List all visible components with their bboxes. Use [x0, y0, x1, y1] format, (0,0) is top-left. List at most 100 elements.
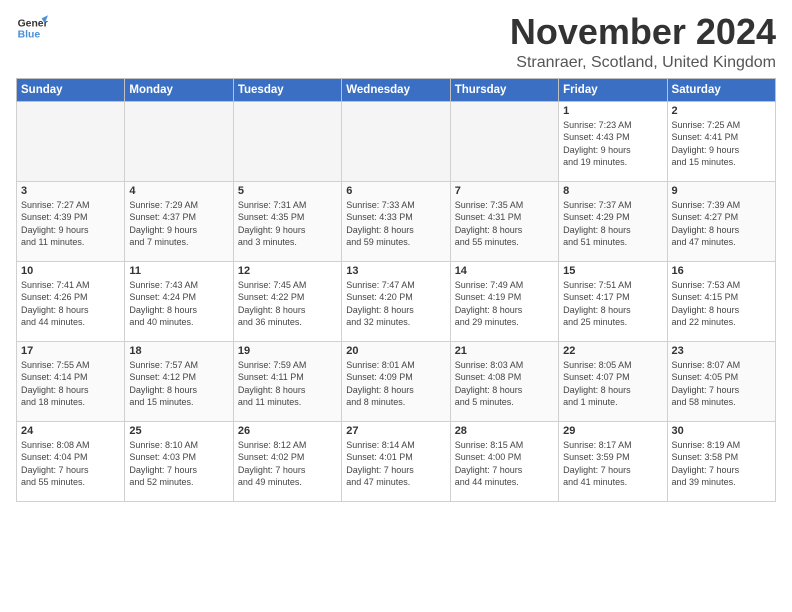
calendar-cell: 8 Sunrise: 7:37 AM Sunset: 4:29 PM Daylig…	[559, 181, 667, 261]
day-info: Sunrise: 7:47 AM Sunset: 4:20 PM Dayligh…	[346, 279, 445, 329]
day-number: 1	[563, 105, 662, 117]
calendar-cell	[17, 101, 125, 181]
subtitle: Stranraer, Scotland, United Kingdom	[510, 54, 776, 72]
day-number: 10	[21, 265, 120, 277]
day-info: Sunrise: 8:12 AM Sunset: 4:02 PM Dayligh…	[238, 439, 337, 489]
day-number: 27	[346, 425, 445, 437]
day-number: 13	[346, 265, 445, 277]
calendar-cell: 9 Sunrise: 7:39 AM Sunset: 4:27 PM Daylig…	[667, 181, 775, 261]
calendar-cell: 24 Sunrise: 8:08 AM Sunset: 4:04 PM Dayli…	[17, 421, 125, 501]
calendar-cell: 2Sunrise: 7:25 AM Sunset: 4:41 PM Daylig…	[667, 101, 775, 181]
day-number: 16	[672, 265, 771, 277]
day-info: Sunrise: 7:59 AM Sunset: 4:11 PM Dayligh…	[238, 359, 337, 409]
calendar-cell: 11 Sunrise: 7:43 AM Sunset: 4:24 PM Dayli…	[125, 261, 233, 341]
day-number: 17	[21, 345, 120, 357]
day-info: Sunrise: 7:27 AM Sunset: 4:39 PM Dayligh…	[21, 199, 120, 249]
calendar-cell: 3Sunrise: 7:27 AM Sunset: 4:39 PM Daylig…	[17, 181, 125, 261]
header: General Blue November 2024 Stranraer, Sc…	[16, 12, 776, 72]
col-friday: Friday	[559, 78, 667, 101]
day-info: Sunrise: 7:43 AM Sunset: 4:24 PM Dayligh…	[129, 279, 228, 329]
day-number: 18	[129, 345, 228, 357]
calendar-cell: 5 Sunrise: 7:31 AM Sunset: 4:35 PM Daylig…	[233, 181, 341, 261]
calendar-cell: 13 Sunrise: 7:47 AM Sunset: 4:20 PM Dayli…	[342, 261, 450, 341]
day-number: 8	[563, 185, 662, 197]
calendar-cell: 20 Sunrise: 8:01 AM Sunset: 4:09 PM Dayli…	[342, 341, 450, 421]
day-number: 24	[21, 425, 120, 437]
day-info: Sunrise: 7:39 AM Sunset: 4:27 PM Dayligh…	[672, 199, 771, 249]
calendar-cell: 1 Sunrise: 7:23 AM Sunset: 4:43 PM Daylig…	[559, 101, 667, 181]
calendar-cell	[233, 101, 341, 181]
calendar-cell: 17Sunrise: 7:55 AM Sunset: 4:14 PM Dayli…	[17, 341, 125, 421]
col-saturday: Saturday	[667, 78, 775, 101]
calendar-cell: 26 Sunrise: 8:12 AM Sunset: 4:02 PM Dayli…	[233, 421, 341, 501]
calendar-cell: 14Sunrise: 7:49 AM Sunset: 4:19 PM Dayli…	[450, 261, 558, 341]
day-info: Sunrise: 7:35 AM Sunset: 4:31 PM Dayligh…	[455, 199, 554, 249]
day-number: 30	[672, 425, 771, 437]
calendar-week-4: 17Sunrise: 7:55 AM Sunset: 4:14 PM Dayli…	[17, 341, 776, 421]
day-info: Sunrise: 7:31 AM Sunset: 4:35 PM Dayligh…	[238, 199, 337, 249]
day-number: 21	[455, 345, 554, 357]
day-info: Sunrise: 7:41 AM Sunset: 4:26 PM Dayligh…	[21, 279, 120, 329]
day-number: 26	[238, 425, 337, 437]
calendar-cell	[342, 101, 450, 181]
day-info: Sunrise: 7:51 AM Sunset: 4:17 PM Dayligh…	[563, 279, 662, 329]
page: General Blue November 2024 Stranraer, Sc…	[0, 0, 792, 514]
day-number: 5	[238, 185, 337, 197]
day-info: Sunrise: 8:15 AM Sunset: 4:00 PM Dayligh…	[455, 439, 554, 489]
col-sunday: Sunday	[17, 78, 125, 101]
day-info: Sunrise: 7:45 AM Sunset: 4:22 PM Dayligh…	[238, 279, 337, 329]
calendar-cell: 21 Sunrise: 8:03 AM Sunset: 4:08 PM Dayli…	[450, 341, 558, 421]
day-info: Sunrise: 7:53 AM Sunset: 4:15 PM Dayligh…	[672, 279, 771, 329]
day-number: 28	[455, 425, 554, 437]
day-info: Sunrise: 8:19 AM Sunset: 3:58 PM Dayligh…	[672, 439, 771, 489]
day-info: Sunrise: 7:37 AM Sunset: 4:29 PM Dayligh…	[563, 199, 662, 249]
day-number: 12	[238, 265, 337, 277]
calendar-cell: 18 Sunrise: 7:57 AM Sunset: 4:12 PM Dayli…	[125, 341, 233, 421]
day-number: 19	[238, 345, 337, 357]
day-number: 11	[129, 265, 228, 277]
day-info: Sunrise: 8:08 AM Sunset: 4:04 PM Dayligh…	[21, 439, 120, 489]
day-number: 7	[455, 185, 554, 197]
day-number: 23	[672, 345, 771, 357]
calendar-cell: 15Sunrise: 7:51 AM Sunset: 4:17 PM Dayli…	[559, 261, 667, 341]
calendar-cell: 6Sunrise: 7:33 AM Sunset: 4:33 PM Daylig…	[342, 181, 450, 261]
calendar-cell: 30 Sunrise: 8:19 AM Sunset: 3:58 PM Dayli…	[667, 421, 775, 501]
day-info: Sunrise: 7:57 AM Sunset: 4:12 PM Dayligh…	[129, 359, 228, 409]
col-wednesday: Wednesday	[342, 78, 450, 101]
calendar-week-1: 1 Sunrise: 7:23 AM Sunset: 4:43 PM Daylig…	[17, 101, 776, 181]
day-info: Sunrise: 8:03 AM Sunset: 4:08 PM Dayligh…	[455, 359, 554, 409]
day-number: 4	[129, 185, 228, 197]
calendar-cell: 23Sunrise: 8:07 AM Sunset: 4:05 PM Dayli…	[667, 341, 775, 421]
calendar-cell: 27 Sunrise: 8:14 AM Sunset: 4:01 PM Dayli…	[342, 421, 450, 501]
day-number: 9	[672, 185, 771, 197]
calendar-cell: 22Sunrise: 8:05 AM Sunset: 4:07 PM Dayli…	[559, 341, 667, 421]
calendar-week-3: 10 Sunrise: 7:41 AM Sunset: 4:26 PM Dayli…	[17, 261, 776, 341]
calendar-cell: 25Sunrise: 8:10 AM Sunset: 4:03 PM Dayli…	[125, 421, 233, 501]
day-number: 14	[455, 265, 554, 277]
calendar-cell: 29 Sunrise: 8:17 AM Sunset: 3:59 PM Dayli…	[559, 421, 667, 501]
calendar-cell: 19 Sunrise: 7:59 AM Sunset: 4:11 PM Dayli…	[233, 341, 341, 421]
day-info: Sunrise: 8:14 AM Sunset: 4:01 PM Dayligh…	[346, 439, 445, 489]
day-info: Sunrise: 8:05 AM Sunset: 4:07 PM Dayligh…	[563, 359, 662, 409]
day-info: Sunrise: 7:33 AM Sunset: 4:33 PM Dayligh…	[346, 199, 445, 249]
day-info: Sunrise: 8:10 AM Sunset: 4:03 PM Dayligh…	[129, 439, 228, 489]
col-thursday: Thursday	[450, 78, 558, 101]
day-number: 29	[563, 425, 662, 437]
day-info: Sunrise: 8:17 AM Sunset: 3:59 PM Dayligh…	[563, 439, 662, 489]
logo-icon: General Blue	[16, 12, 48, 44]
day-info: Sunrise: 7:23 AM Sunset: 4:43 PM Dayligh…	[563, 119, 662, 169]
day-info: Sunrise: 7:25 AM Sunset: 4:41 PM Dayligh…	[672, 119, 771, 169]
svg-text:Blue: Blue	[18, 30, 41, 41]
day-info: Sunrise: 7:29 AM Sunset: 4:37 PM Dayligh…	[129, 199, 228, 249]
calendar-cell: 4 Sunrise: 7:29 AM Sunset: 4:37 PM Daylig…	[125, 181, 233, 261]
day-number: 20	[346, 345, 445, 357]
header-row: Sunday Monday Tuesday Wednesday Thursday…	[17, 78, 776, 101]
calendar-cell: 28 Sunrise: 8:15 AM Sunset: 4:00 PM Dayli…	[450, 421, 558, 501]
calendar-cell	[125, 101, 233, 181]
calendar-cell: 10 Sunrise: 7:41 AM Sunset: 4:26 PM Dayli…	[17, 261, 125, 341]
calendar-week-5: 24 Sunrise: 8:08 AM Sunset: 4:04 PM Dayli…	[17, 421, 776, 501]
col-monday: Monday	[125, 78, 233, 101]
title-block: November 2024 Stranraer, Scotland, Unite…	[510, 12, 776, 72]
logo: General Blue	[16, 12, 48, 44]
day-info: Sunrise: 8:01 AM Sunset: 4:09 PM Dayligh…	[346, 359, 445, 409]
